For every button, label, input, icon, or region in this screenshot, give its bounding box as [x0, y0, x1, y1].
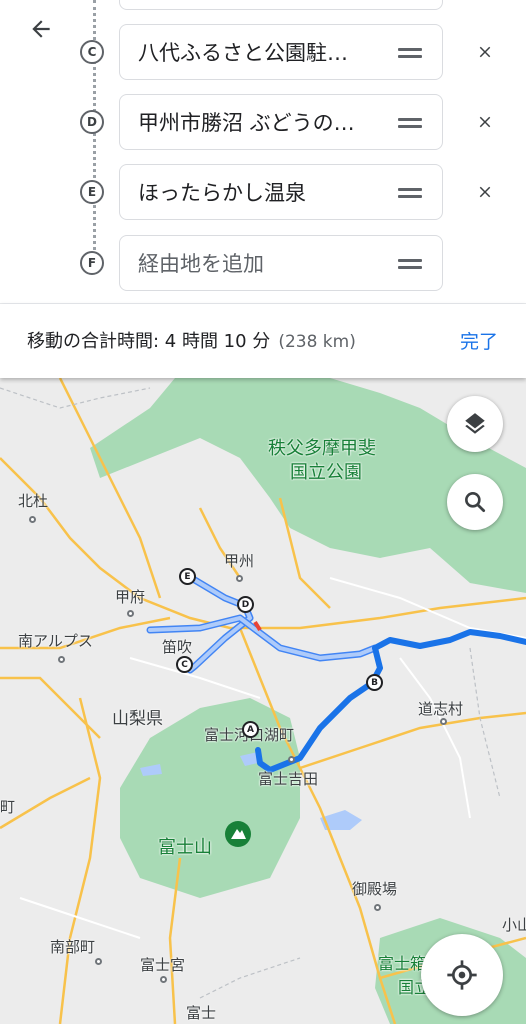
stop-label-c: 八代ふるさと公園駐… [138, 41, 348, 65]
map-label-gotemba: 御殿場 [352, 880, 398, 898]
map-label-fuji-hakone-1: 富士箱 [378, 954, 427, 973]
stop-marker-d: D [80, 110, 104, 134]
stop-field-d[interactable]: 甲州市勝沼 ぶどうの… [119, 94, 443, 150]
town-dot [58, 656, 65, 663]
done-button[interactable]: 完了 [460, 304, 498, 380]
my-location-icon [447, 960, 477, 990]
trip-summary-bar: 移動の合計時間: 4 時間 10 分 (238 km) 完了 [0, 304, 526, 378]
my-location-button[interactable] [421, 934, 503, 1016]
close-icon [479, 46, 491, 58]
map-label-park-chichibu-1: 秩父多摩甲斐 [268, 438, 376, 459]
town-dot [29, 516, 36, 523]
town-dot [440, 718, 447, 725]
stop-field-c[interactable]: 八代ふるさと公園駐… [119, 24, 443, 80]
remove-stop-c-button[interactable] [470, 37, 500, 67]
map-view[interactable]: 秩父多摩甲斐 国立公園 富士山 富士箱 国立 北杜 甲府 甲州 南アルプス 笛吹… [0, 378, 526, 1024]
town-dot [374, 904, 381, 911]
map-label-oyama: 小山 [502, 916, 526, 934]
stop-marker-e: E [80, 180, 104, 204]
drag-handle-icon[interactable] [398, 186, 422, 200]
drag-handle-icon[interactable] [398, 257, 422, 271]
map-label-park-chichibu-2: 国立公園 [290, 462, 362, 483]
total-distance: (238 km) [278, 332, 356, 352]
layers-icon [465, 413, 485, 434]
stop-field-e[interactable]: ほったらかし温泉 [119, 164, 443, 220]
map-label-koshu: 甲州 [224, 552, 255, 570]
total-time-text: 移動の合計時間: 4 時間 10 分 [27, 331, 271, 352]
map-label-fujinomiya: 富士宮 [140, 956, 186, 974]
add-stop-placeholder: 経由地を追加 [138, 252, 264, 276]
map-label-fuefuki: 笛吹 [162, 638, 193, 656]
map-label-nanbu: 南部町 [50, 938, 96, 956]
town-dot [288, 756, 295, 763]
remove-stop-d-button[interactable] [470, 107, 500, 137]
close-icon [479, 186, 491, 198]
town-dot [95, 958, 102, 965]
map-label-fujiyoshida: 富士吉田 [258, 770, 319, 788]
route-marker-a[interactable]: A [242, 721, 259, 738]
town-dot [127, 610, 134, 617]
route-marker-d[interactable]: D [237, 596, 254, 613]
search-map-button[interactable] [447, 474, 503, 530]
drag-handle-icon[interactable] [398, 116, 422, 130]
route-marker-e[interactable]: E [179, 568, 196, 585]
back-button[interactable] [22, 12, 60, 46]
stop-label-d: 甲州市勝沼 ぶどうの… [138, 111, 355, 135]
map-label-doshi: 道志村 [418, 700, 464, 718]
map-label-hokuto: 北杜 [18, 492, 49, 510]
directions-panel: C 八代ふるさと公園駐… D 甲州市勝沼 ぶどうの… E ほったらかし温泉 F … [0, 0, 526, 303]
map-label-kofu: 甲府 [115, 588, 146, 606]
route-marker-b[interactable]: B [366, 674, 383, 691]
stop-marker-c: C [80, 40, 104, 64]
route-marker-c[interactable]: C [176, 656, 193, 673]
add-stop-field[interactable]: 経由地を追加 [119, 235, 443, 291]
stop-field-previous[interactable] [119, 0, 443, 10]
town-dot [236, 575, 243, 582]
search-icon [465, 492, 486, 513]
remove-stop-e-button[interactable] [470, 177, 500, 207]
layers-button[interactable] [447, 396, 503, 452]
map-label-fuji-city: 富士 [186, 1004, 217, 1022]
total-travel-time: 移動の合計時間: 4 時間 10 分 (238 km) [27, 304, 356, 380]
stop-marker-f: F [80, 251, 104, 275]
close-icon [479, 116, 491, 128]
map-label-minami-alps: 南アルプス [18, 632, 93, 650]
map-label-machi: 町 [0, 798, 16, 816]
map-label-fuji: 富士山 [158, 837, 212, 858]
drag-handle-icon[interactable] [398, 46, 422, 60]
town-dot [160, 976, 167, 983]
map-label-yamanashi: 山梨県 [112, 709, 163, 729]
stop-label-e: ほったらかし温泉 [138, 181, 306, 205]
back-arrow-icon [32, 20, 50, 38]
